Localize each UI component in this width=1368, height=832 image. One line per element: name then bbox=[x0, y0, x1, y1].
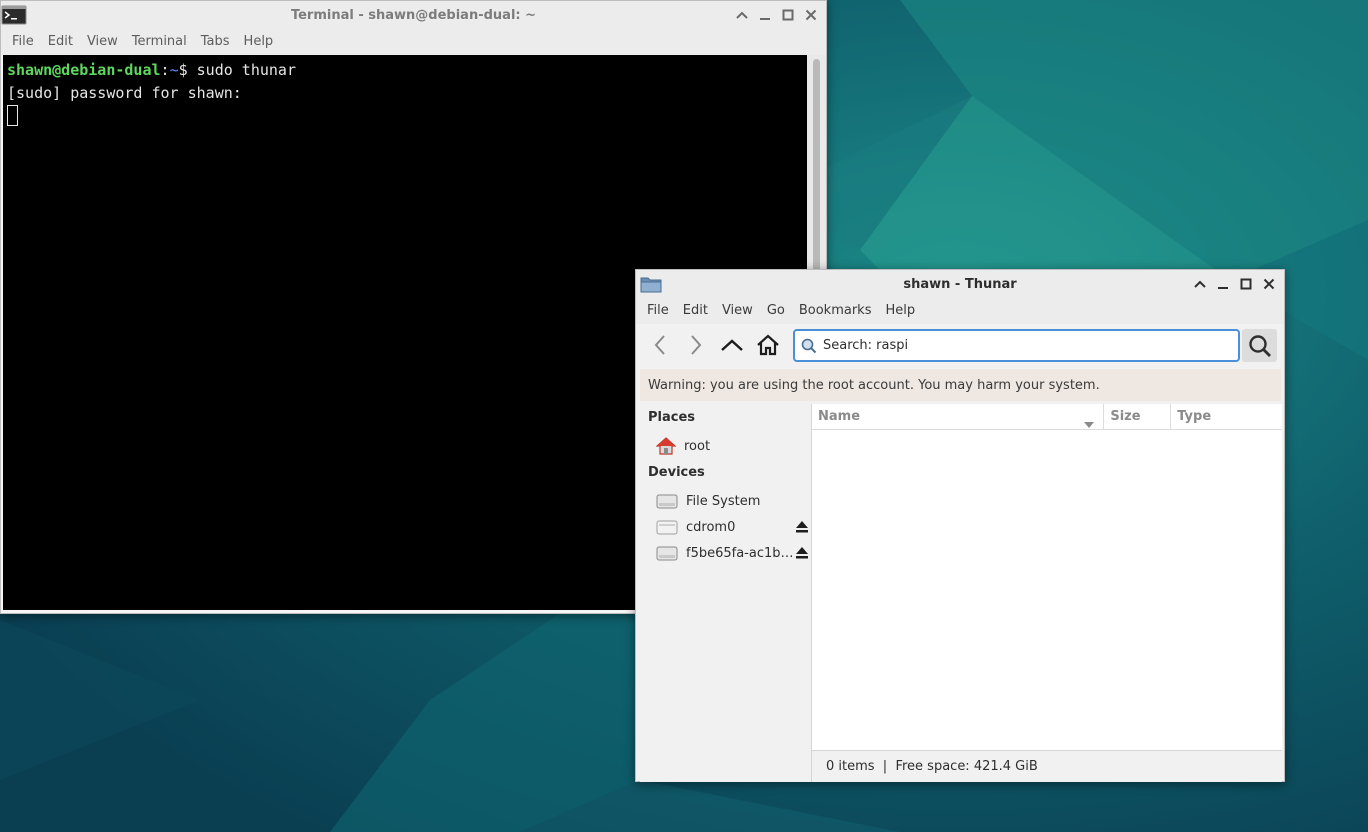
text-cursor bbox=[7, 105, 18, 126]
terminal-window-controls bbox=[732, 5, 820, 24]
chevron-left-icon bbox=[654, 335, 665, 355]
places-heading: Places bbox=[648, 410, 696, 425]
eject-icon[interactable] bbox=[795, 546, 809, 563]
warning-text: Warning: you are using the root account.… bbox=[648, 377, 1100, 393]
prompt-user: shawn@debian-dual bbox=[7, 61, 161, 79]
search-toggle-button[interactable] bbox=[1242, 329, 1277, 362]
home-icon bbox=[656, 437, 676, 455]
sidebar-item-label: root bbox=[684, 438, 711, 454]
menu-file[interactable]: File bbox=[5, 29, 41, 55]
terminal-menubar: File Edit View Terminal Tabs Help bbox=[1, 29, 826, 55]
menu-edit[interactable]: Edit bbox=[41, 29, 80, 55]
sudo-password-prompt: [sudo] password for shawn: bbox=[7, 84, 242, 102]
menu-terminal[interactable]: Terminal bbox=[125, 29, 194, 55]
column-label: Type bbox=[1177, 409, 1212, 424]
status-text: 0 items | Free space: 421.4 GiB bbox=[826, 759, 1038, 774]
close-button[interactable] bbox=[801, 5, 820, 24]
menu-go[interactable]: Go bbox=[760, 298, 792, 324]
prompt-symbol: $ bbox=[178, 61, 197, 79]
close-button[interactable] bbox=[1259, 274, 1278, 293]
parent-folder-button[interactable] bbox=[714, 327, 750, 363]
home-icon bbox=[757, 334, 779, 356]
thunar-menubar: File Edit View Go Bookmarks Help bbox=[636, 298, 1284, 324]
menu-view[interactable]: View bbox=[80, 29, 125, 55]
menu-file[interactable]: File bbox=[640, 298, 676, 324]
shade-button[interactable] bbox=[732, 5, 751, 24]
sidebar-item-cdrom0[interactable]: cdrom0 bbox=[656, 515, 811, 539]
root-warning-banner: Warning: you are using the root account.… bbox=[640, 369, 1281, 401]
thunar-window-controls bbox=[1190, 274, 1278, 293]
devices-heading: Devices bbox=[648, 465, 705, 480]
sidebar-item-partition[interactable]: f5be65fa-ac1b… bbox=[656, 541, 811, 565]
chevron-right-icon bbox=[691, 335, 702, 355]
command-text: sudo thunar bbox=[196, 61, 296, 79]
column-header-row: Name Size Type bbox=[812, 404, 1282, 430]
thunar-toolbar bbox=[636, 324, 1284, 366]
drive-icon bbox=[656, 546, 678, 561]
minimize-button[interactable] bbox=[755, 5, 774, 24]
prompt-directory: ~ bbox=[169, 61, 179, 79]
shade-button[interactable] bbox=[1190, 274, 1209, 293]
column-label: Name bbox=[818, 409, 861, 424]
thunar-titlebar[interactable]: shawn - Thunar bbox=[636, 270, 1284, 298]
sort-down-icon bbox=[1083, 413, 1095, 439]
prompt-separator: : bbox=[160, 61, 170, 79]
drive-icon bbox=[656, 494, 678, 509]
column-label: Size bbox=[1110, 409, 1141, 424]
menu-edit[interactable]: Edit bbox=[676, 298, 715, 324]
menu-bookmarks[interactable]: Bookmarks bbox=[792, 298, 879, 324]
column-type[interactable]: Type bbox=[1171, 404, 1282, 430]
folder-icon[interactable] bbox=[640, 275, 662, 297]
forward-button[interactable] bbox=[678, 327, 714, 363]
terminal-titlebar[interactable]: Terminal - shawn@debian-dual: ~ bbox=[1, 1, 826, 29]
sidebar-item-label: f5be65fa-ac1b… bbox=[686, 545, 794, 561]
status-bar: 0 items | Free space: 421.4 GiB bbox=[811, 750, 1282, 782]
minimize-button[interactable] bbox=[1213, 274, 1232, 293]
sidebar-item-root[interactable]: root bbox=[656, 434, 811, 458]
sidebar-item-label: File System bbox=[686, 493, 761, 509]
file-list-view[interactable]: Name Size Type bbox=[811, 404, 1282, 782]
home-button[interactable] bbox=[750, 327, 786, 363]
search-input[interactable] bbox=[823, 338, 1203, 353]
menu-help[interactable]: Help bbox=[878, 298, 922, 324]
column-name[interactable]: Name bbox=[812, 404, 1105, 430]
thunar-window[interactable]: shawn - Thunar File Edit View Go Bookmar… bbox=[635, 269, 1285, 782]
chevron-up-icon bbox=[721, 339, 743, 351]
menu-help[interactable]: Help bbox=[237, 29, 281, 55]
column-size[interactable]: Size bbox=[1104, 404, 1172, 430]
search-field[interactable] bbox=[793, 329, 1240, 362]
back-button[interactable] bbox=[642, 327, 678, 363]
maximize-button[interactable] bbox=[1236, 274, 1255, 293]
terminal-title: Terminal - shawn@debian-dual: ~ bbox=[290, 7, 537, 23]
thunar-title: shawn - Thunar bbox=[903, 276, 1017, 292]
sidebar-item-file-system[interactable]: File System bbox=[656, 489, 811, 513]
sidebar: Places root Devices File System cdrom0 f… bbox=[640, 404, 811, 782]
sidebar-item-label: cdrom0 bbox=[686, 519, 736, 535]
optical-drive-icon bbox=[656, 520, 678, 535]
search-icon bbox=[801, 338, 817, 353]
menu-tabs[interactable]: Tabs bbox=[194, 29, 237, 55]
eject-icon[interactable] bbox=[795, 520, 809, 537]
menu-view[interactable]: View bbox=[715, 298, 760, 324]
maximize-button[interactable] bbox=[778, 5, 797, 24]
search-icon bbox=[1248, 334, 1271, 357]
terminal-app-icon[interactable] bbox=[1, 3, 27, 25]
